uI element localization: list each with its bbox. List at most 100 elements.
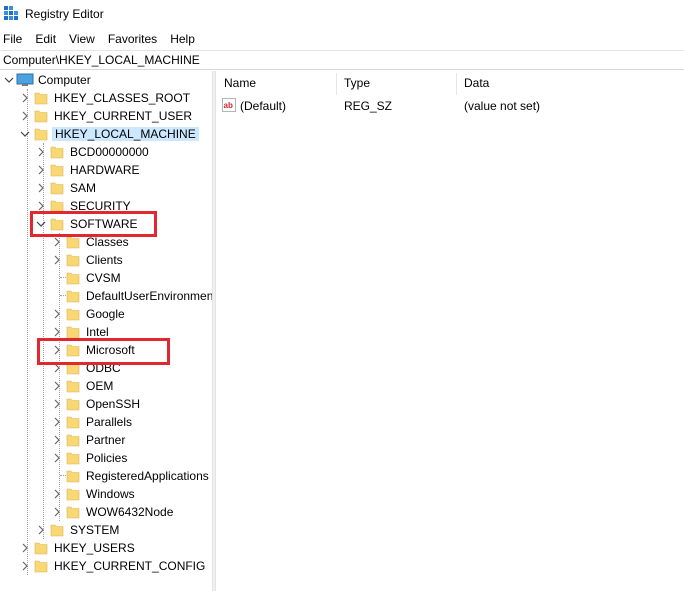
chevron-right-icon[interactable]	[36, 200, 46, 212]
value-row-default[interactable]: ab (Default) REG_SZ (value not set)	[217, 97, 684, 115]
chevron-down-icon[interactable]	[4, 74, 14, 86]
tree-label[interactable]: OEM	[85, 379, 114, 393]
address-path[interactable]: Computer\HKEY_LOCAL_MACHINE	[3, 53, 200, 67]
tree-item-clients[interactable]: Clients	[0, 251, 212, 269]
values-list[interactable]: Name Type Data ab (Default) REG_SZ (valu…	[217, 71, 684, 591]
chevron-right-icon[interactable]	[52, 236, 62, 248]
tree-item-cvsm[interactable]: CVSM	[0, 269, 212, 287]
tree-label[interactable]: Parallels	[85, 415, 133, 429]
tree-label[interactable]: HKEY_CURRENT_USER	[53, 109, 193, 123]
tree-item-google[interactable]: Google	[0, 305, 212, 323]
chevron-right-icon[interactable]	[52, 326, 62, 338]
pane-splitter[interactable]	[212, 71, 216, 591]
chevron-right-icon[interactable]	[52, 344, 62, 356]
address-bar[interactable]: Computer\HKEY_LOCAL_MACHINE	[0, 50, 684, 70]
tree-label[interactable]: Microsoft	[85, 343, 136, 357]
tree-item-partner[interactable]: Partner	[0, 431, 212, 449]
chevron-right-icon[interactable]	[36, 146, 46, 158]
chevron-right-icon[interactable]	[52, 254, 62, 266]
column-header-type[interactable]: Type	[337, 71, 456, 95]
tree-item-hardware[interactable]: HARDWARE	[0, 161, 212, 179]
chevron-right-icon[interactable]	[36, 164, 46, 176]
tree-item-computer[interactable]: Computer	[0, 71, 212, 89]
chevron-right-icon[interactable]	[52, 452, 62, 464]
tree-item-policies[interactable]: Policies	[0, 449, 212, 467]
menu-favorites[interactable]: Favorites	[104, 30, 164, 48]
chevron-right-icon[interactable]	[52, 380, 62, 392]
tree-label[interactable]: SYSTEM	[69, 523, 120, 537]
window-title: Registry Editor	[25, 7, 104, 21]
tree-label[interactable]: RegisteredApplications	[85, 469, 210, 483]
chevron-right-icon[interactable]	[52, 308, 62, 320]
chevron-right-icon[interactable]	[52, 416, 62, 428]
tree-item-system[interactable]: SYSTEM	[0, 521, 212, 539]
tree-label[interactable]: Windows	[85, 487, 136, 501]
tree-label[interactable]: Policies	[85, 451, 128, 465]
tree-item-parallels[interactable]: Parallels	[0, 413, 212, 431]
tree-label-selected[interactable]: HKEY_LOCAL_MACHINE	[52, 127, 199, 141]
tree-item-hkey-classes-root[interactable]: HKEY_CLASSES_ROOT	[0, 89, 212, 107]
tree-label[interactable]: Partner	[85, 433, 126, 447]
folder-icon	[66, 470, 80, 483]
folder-icon	[66, 344, 80, 357]
tree-label[interactable]: Google	[85, 307, 126, 321]
key-tree[interactable]: Computer HKEY_CLASSES_ROOT HKEY_CURRENT_…	[0, 71, 212, 591]
tree-item-classes[interactable]: Classes	[0, 233, 212, 251]
chevron-right-icon[interactable]	[52, 434, 62, 446]
tree-label[interactable]: Clients	[85, 253, 124, 267]
tree-item-defaultuserenvironment[interactable]: DefaultUserEnvironmen	[0, 287, 212, 305]
tree-item-openssh[interactable]: OpenSSH	[0, 395, 212, 413]
menu-help[interactable]: Help	[166, 30, 202, 48]
tree-item-sam[interactable]: SAM	[0, 179, 212, 197]
tree-item-hkey-current-config[interactable]: HKEY_CURRENT_CONFIG	[0, 557, 212, 575]
tree-label[interactable]: Intel	[85, 325, 110, 339]
chevron-right-icon[interactable]	[20, 110, 30, 122]
chevron-right-icon[interactable]	[52, 506, 62, 518]
tree-item-windows[interactable]: Windows	[0, 485, 212, 503]
chevron-right-icon[interactable]	[20, 542, 30, 554]
chevron-right-icon[interactable]	[52, 398, 62, 410]
tree-item-oem[interactable]: OEM	[0, 377, 212, 395]
tree-label[interactable]: Computer	[37, 73, 92, 87]
tree-item-registeredapplications[interactable]: RegisteredApplications	[0, 467, 212, 485]
tree-item-hkey-local-machine[interactable]: HKEY_LOCAL_MACHINE	[0, 125, 212, 143]
tree-label[interactable]: WOW6432Node	[85, 505, 174, 519]
menu-view[interactable]: View	[65, 30, 102, 48]
tree-item-hkey-current-user[interactable]: HKEY_CURRENT_USER	[0, 107, 212, 125]
tree-label[interactable]: SAM	[69, 181, 97, 195]
chevron-down-icon[interactable]	[20, 128, 30, 140]
tree-item-intel[interactable]: Intel	[0, 323, 212, 341]
tree-item-bcd[interactable]: BCD00000000	[0, 143, 212, 161]
chevron-right-icon[interactable]	[36, 524, 46, 536]
menu-file[interactable]: File	[0, 30, 29, 48]
tree-label[interactable]: HKEY_USERS	[53, 541, 136, 555]
column-header-name[interactable]: Name	[217, 71, 336, 95]
tree-label[interactable]: CVSM	[85, 271, 122, 285]
tree-label[interactable]: SECURITY	[69, 199, 132, 213]
tree-item-odbc[interactable]: ODBC	[0, 359, 212, 377]
tree-label[interactable]: Classes	[85, 235, 130, 249]
chevron-right-icon[interactable]	[20, 92, 30, 104]
value-name[interactable]: (Default)	[240, 99, 286, 113]
tree-item-hkey-users[interactable]: HKEY_USERS	[0, 539, 212, 557]
menu-edit[interactable]: Edit	[31, 30, 63, 48]
tree-item-wow6432node[interactable]: WOW6432Node	[0, 503, 212, 521]
tree-label[interactable]: OpenSSH	[85, 397, 141, 411]
column-header-data[interactable]: Data	[457, 71, 684, 95]
computer-icon	[16, 73, 34, 86]
tree-label[interactable]: HKEY_CURRENT_CONFIG	[53, 559, 206, 573]
tree-item-software[interactable]: SOFTWARE	[0, 215, 212, 233]
chevron-right-icon[interactable]	[36, 182, 46, 194]
chevron-down-icon[interactable]	[36, 218, 46, 230]
tree-label[interactable]: BCD00000000	[69, 145, 150, 159]
chevron-right-icon[interactable]	[20, 560, 30, 572]
tree-label[interactable]: HARDWARE	[69, 163, 141, 177]
tree-label[interactable]: ODBC	[85, 361, 122, 375]
chevron-right-icon[interactable]	[52, 362, 62, 374]
chevron-right-icon[interactable]	[52, 488, 62, 500]
tree-label[interactable]: HKEY_CLASSES_ROOT	[53, 91, 191, 105]
tree-item-security[interactable]: SECURITY	[0, 197, 212, 215]
tree-label[interactable]: DefaultUserEnvironmen	[85, 289, 212, 303]
tree-item-microsoft[interactable]: Microsoft	[0, 341, 212, 359]
tree-label[interactable]: SOFTWARE	[69, 217, 139, 231]
